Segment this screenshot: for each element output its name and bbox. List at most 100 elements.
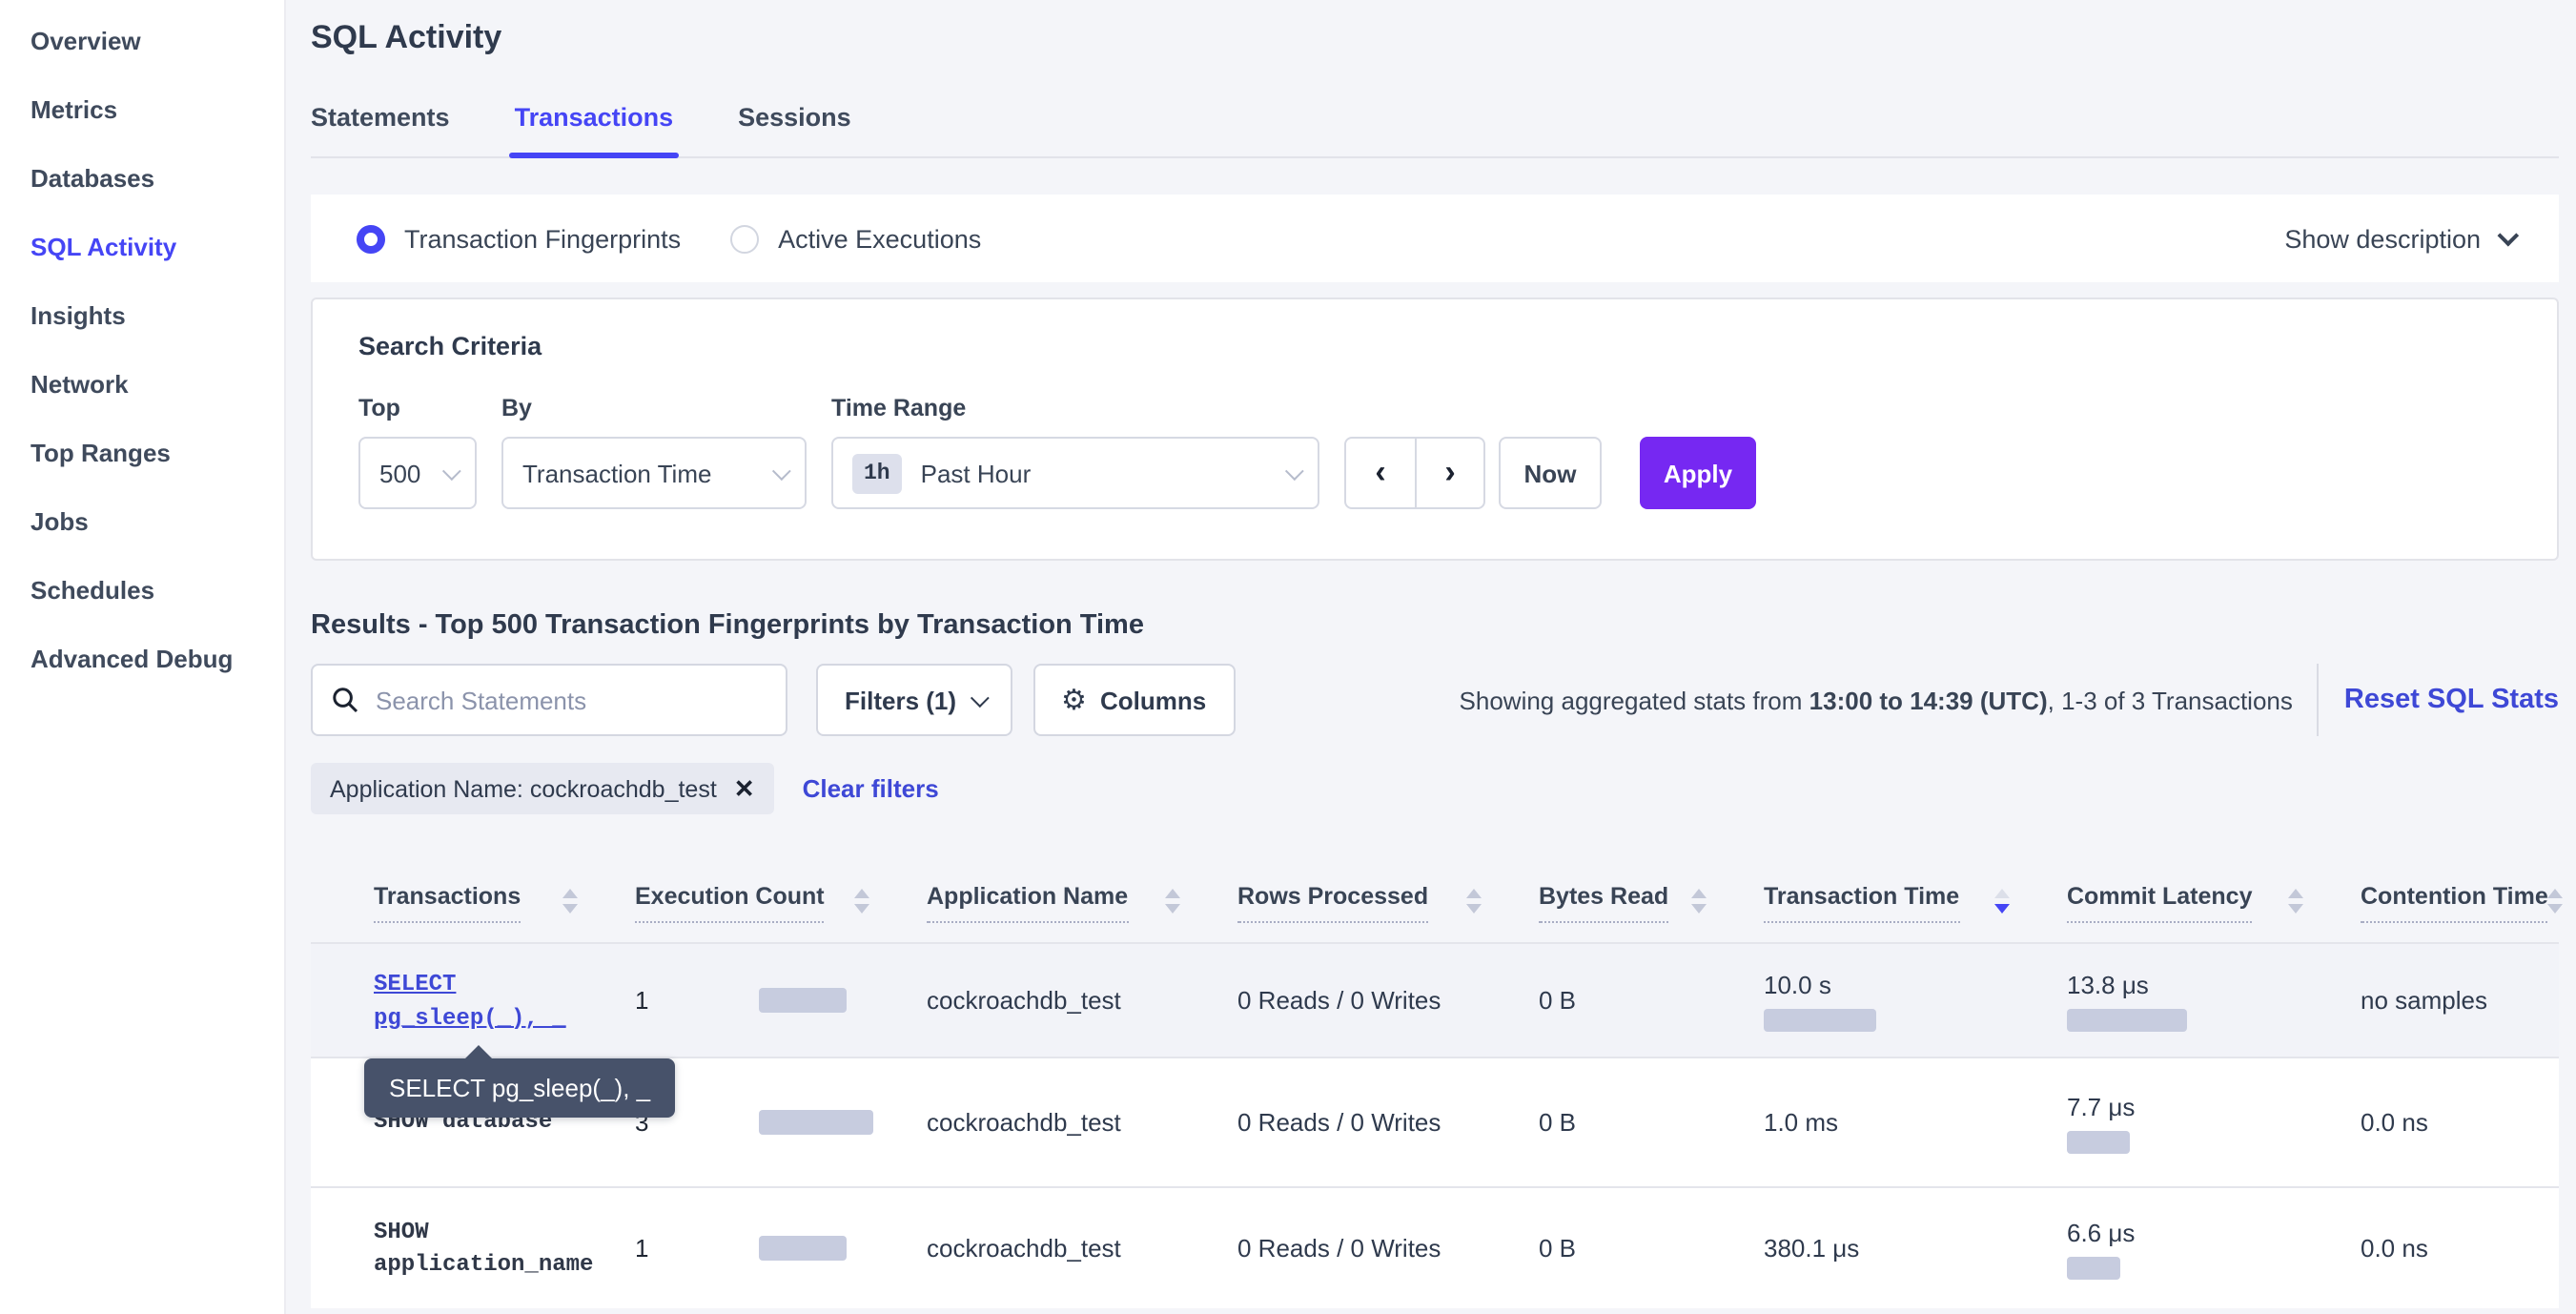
tab-statements[interactable]: Statements (311, 103, 450, 156)
sort-up-icon (1165, 889, 1180, 898)
chevron-down-icon (2498, 225, 2520, 247)
sort-down-icon (1466, 904, 1482, 914)
next-time-range-button[interactable]: › (1415, 439, 1483, 507)
filters-label: Filters (1) (845, 686, 956, 714)
tab-bar: Statements Transactions Sessions (311, 103, 2559, 158)
sort-down-icon (562, 904, 578, 914)
commit-latency-bar (2067, 1130, 2130, 1153)
column-header-bytes-read[interactable]: Bytes Read (1539, 860, 1764, 942)
contention-time-cell: no samples (2361, 967, 2559, 1034)
radio-active-executions[interactable]: Active Executions (730, 224, 981, 253)
bytes-read-cell: 0 B (1539, 1089, 1764, 1156)
column-header-rows-processed[interactable]: Rows Processed (1237, 860, 1539, 942)
sidebar-item-insights[interactable]: Insights (0, 282, 284, 351)
sidebar-item-databases[interactable]: Databases (0, 145, 284, 214)
columns-button[interactable]: ⚙ Columns (1032, 664, 1235, 736)
sort-up-icon (1466, 889, 1482, 898)
sidebar-item-network[interactable]: Network (0, 351, 284, 420)
sidebar: OverviewMetricsDatabasesSQL ActivityInsi… (0, 0, 286, 1314)
by-select[interactable]: Transaction Time (501, 437, 807, 509)
top-select-value: 500 (379, 459, 420, 487)
show-description-label: Show description (2284, 224, 2481, 253)
transaction-text: SHOWapplication_name (374, 1216, 612, 1281)
column-label: Transactions (374, 883, 521, 923)
rows-processed-cell: 0 Reads / 0 Writes (1237, 1089, 1539, 1156)
sidebar-item-metrics[interactable]: Metrics (0, 76, 284, 145)
commit-latency-cell: 13.8 μs (2067, 951, 2361, 1050)
sort-icon[interactable] (1691, 883, 1707, 914)
transaction-cell: SELECTpg_sleep(_), _ (374, 947, 635, 1054)
application-name-cell: cockroachdb_test (927, 1215, 1237, 1282)
column-header-execution-count[interactable]: Execution Count (635, 860, 927, 942)
sort-up-icon (2288, 889, 2303, 898)
commit-latency-value: 7.7 μs (2067, 1092, 2135, 1120)
transaction-time-value: 10.0 s (1764, 970, 1831, 998)
sort-down-icon (2548, 904, 2564, 914)
transaction-time-value: 380.1 μs (1764, 1234, 1859, 1263)
time-range-value: Past Hour (921, 459, 1032, 487)
execution-count-value: 1 (635, 986, 759, 1015)
search-criteria-heading: Search Criteria (358, 332, 2511, 360)
sort-icon[interactable] (1994, 883, 2010, 914)
execution-count-cell: 1 (635, 967, 927, 1034)
sort-down-icon (1994, 904, 2010, 914)
commit-latency-cell: 7.7 μs (2067, 1073, 2361, 1172)
page-title: SQL Activity (311, 19, 2559, 57)
by-group: By Transaction Time (501, 395, 807, 509)
column-header-application-name[interactable]: Application Name (927, 860, 1237, 942)
sidebar-item-advanced-debug[interactable]: Advanced Debug (0, 626, 284, 694)
sort-icon[interactable] (2548, 883, 2564, 914)
column-header-contention-time[interactable]: Contention Time (2361, 860, 2576, 942)
sidebar-item-schedules[interactable]: Schedules (0, 557, 284, 626)
chevron-left-icon: ‹ (1375, 454, 1385, 492)
chevron-down-icon (1285, 461, 1304, 480)
top-select[interactable]: 500 (358, 437, 477, 509)
tab-transactions[interactable]: Transactions (515, 103, 674, 156)
show-description-toggle[interactable]: Show description (2284, 224, 2513, 253)
top-label: Top (358, 395, 477, 421)
execution-count-bar (759, 1110, 873, 1135)
column-header-transactions[interactable]: Transactions (374, 860, 635, 942)
execution-count-cell: 3 (635, 1089, 927, 1156)
time-range-group: Time Range 1h Past Hour (831, 395, 1319, 509)
time-range-select[interactable]: 1h Past Hour (831, 437, 1319, 509)
sort-up-icon (1691, 889, 1707, 898)
filters-button[interactable]: Filters (1) (816, 664, 1012, 736)
view-toggle-bar: Transaction Fingerprints Active Executio… (311, 195, 2559, 282)
column-header-transaction-time[interactable]: Transaction Time (1764, 860, 2067, 942)
sidebar-item-top-ranges[interactable]: Top Ranges (0, 420, 284, 488)
sort-down-icon (1165, 904, 1180, 914)
transaction-time-cell: 10.0 s (1764, 951, 2067, 1050)
table-header-row: Transactions Execution CountApplication N… (311, 860, 2559, 942)
previous-time-range-button[interactable]: ‹ (1346, 439, 1415, 507)
sql-activity-page: OverviewMetricsDatabasesSQL ActivityInsi… (0, 0, 2576, 1314)
sort-icon[interactable] (2288, 883, 2303, 914)
apply-button[interactable]: Apply (1640, 437, 1756, 509)
clear-filters-link[interactable]: Clear filters (803, 774, 939, 803)
sidebar-item-jobs[interactable]: Jobs (0, 488, 284, 557)
sort-icon[interactable] (562, 883, 578, 914)
reset-sql-stats-link[interactable]: Reset SQL Stats (2344, 685, 2559, 715)
sort-icon[interactable] (1466, 883, 1482, 914)
sort-down-icon (854, 904, 869, 914)
time-range-arrows: ‹ › (1344, 437, 1485, 509)
search-statements-input[interactable] (376, 686, 767, 714)
radio-transaction-fingerprints[interactable]: Transaction Fingerprints (357, 224, 681, 253)
top-group: Top 500 (358, 395, 477, 509)
commit-latency-cell: 6.6 μs (2067, 1199, 2361, 1298)
transaction-time-cell: 380.1 μs (1764, 1215, 2067, 1282)
column-label: Commit Latency (2067, 883, 2253, 923)
sidebar-item-sql-activity[interactable]: SQL Activity (0, 214, 284, 282)
bytes-read-cell: 0 B (1539, 1215, 1764, 1282)
sort-up-icon (854, 889, 869, 898)
now-button[interactable]: Now (1499, 437, 1602, 509)
sort-icon[interactable] (1165, 883, 1180, 914)
tab-sessions[interactable]: Sessions (738, 103, 851, 156)
column-header-commit-latency[interactable]: Commit Latency (2067, 860, 2361, 942)
close-icon[interactable]: ✕ (734, 773, 755, 804)
sort-icon[interactable] (854, 883, 869, 914)
transaction-link[interactable]: SELECTpg_sleep(_), _ (374, 970, 566, 1031)
application-name-cell: cockroachdb_test (927, 967, 1237, 1034)
sidebar-item-overview[interactable]: Overview (0, 8, 284, 76)
radio-unselected-icon (730, 224, 759, 253)
